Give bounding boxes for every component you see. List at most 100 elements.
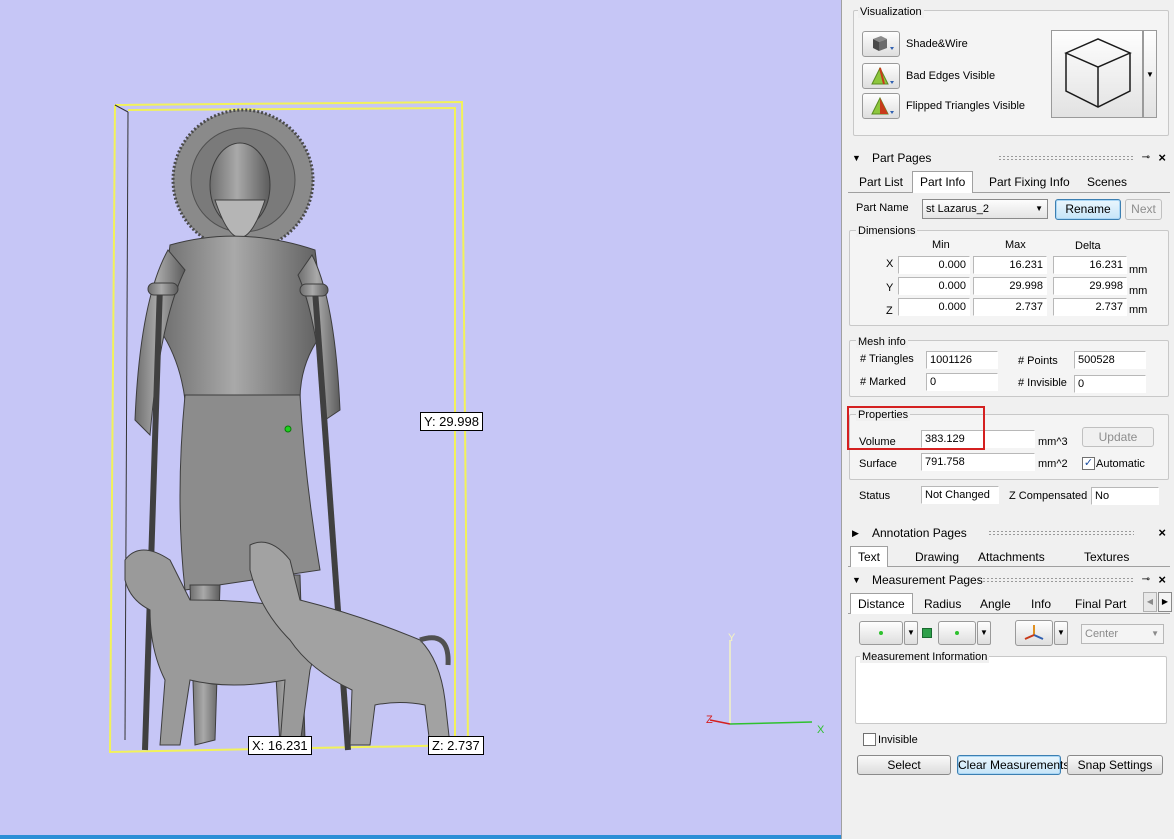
automatic-checkbox[interactable]: ✓ xyxy=(1082,457,1095,470)
tab-part-info[interactable]: Part Info xyxy=(912,171,974,193)
drag-grip[interactable] xyxy=(978,577,1134,583)
rename-button[interactable]: Rename xyxy=(1055,199,1121,220)
marked-label: # Marked xyxy=(860,376,906,388)
triangle-icon xyxy=(871,66,894,85)
bad-edges-button[interactable] xyxy=(862,63,900,89)
annotation-pages-header[interactable]: ▶ Annotation Pages × xyxy=(848,524,1170,542)
tab-scroll-right[interactable]: ▶ xyxy=(1158,592,1172,612)
tab-drawing[interactable]: Drawing xyxy=(908,547,966,567)
tab-final-part[interactable]: Final Part xyxy=(1068,594,1133,614)
part-tabs-line xyxy=(848,192,1170,193)
tab-attachments[interactable]: Attachments xyxy=(971,547,1052,567)
dim-y-max: 29.998 xyxy=(973,277,1047,295)
y-dimension-label: Y: 29.998 xyxy=(420,412,483,431)
collapse-triangle-icon[interactable]: ▼ xyxy=(852,149,861,167)
triangle-icon xyxy=(871,96,894,115)
point-a-dropdown[interactable]: ▼ xyxy=(904,621,918,645)
axis-y-label: Y xyxy=(728,632,736,644)
update-button[interactable]: Update xyxy=(1082,427,1154,447)
properties-highlight-box xyxy=(847,406,985,450)
point-b-dropdown[interactable]: ▼ xyxy=(977,621,991,645)
dimensions-title: Dimensions xyxy=(856,225,918,237)
measurement-info-group xyxy=(855,656,1167,724)
dim-x-unit: mm xyxy=(1129,264,1148,276)
expand-triangle-icon[interactable]: ▶ xyxy=(852,524,859,542)
pin-icon[interactable]: ⊸ xyxy=(1142,571,1150,589)
bad-edges-label: Bad Edges Visible xyxy=(906,70,996,82)
dim-y-min: 0.000 xyxy=(898,277,970,295)
automatic-label: Automatic xyxy=(1096,458,1145,470)
dim-axis-z: Z xyxy=(886,305,893,317)
coordinate-system-dropdown[interactable]: ▼ xyxy=(1054,621,1068,645)
axis-x-label: X xyxy=(817,724,825,736)
flipped-triangles-button[interactable] xyxy=(862,93,900,119)
tab-part-fixing-info[interactable]: Part Fixing Info xyxy=(982,172,1077,192)
shade-wire-button[interactable] xyxy=(862,31,900,57)
point-a-button[interactable] xyxy=(859,621,903,645)
next-button[interactable]: Next xyxy=(1125,199,1162,220)
points-value: 500528 xyxy=(1074,351,1146,369)
surface-value: 791.758 xyxy=(921,453,1035,471)
dim-x-max: 16.231 xyxy=(973,256,1047,274)
part-pages-title: Part Pages xyxy=(872,151,932,165)
coordinate-system-button[interactable] xyxy=(1015,620,1053,646)
tab-part-list[interactable]: Part List xyxy=(852,172,910,192)
part-name-value: st Lazarus_2 xyxy=(926,203,989,215)
annotation-pages-title: Annotation Pages xyxy=(872,526,967,540)
3d-viewport[interactable]: Y: 29.998 X: 16.231 Z: 2.737 Y Z X xyxy=(0,0,841,839)
pin-icon[interactable]: ⊸ xyxy=(1142,149,1150,167)
shade-wire-label: Shade&Wire xyxy=(906,38,968,50)
drag-grip[interactable] xyxy=(988,530,1134,536)
clear-measurements-button[interactable]: Clear Measurements xyxy=(957,755,1069,775)
xyz-axes-icon xyxy=(1024,625,1044,640)
status-value: Not Changed xyxy=(921,486,999,504)
close-icon[interactable]: × xyxy=(1158,571,1166,589)
point-b-button[interactable] xyxy=(938,621,976,645)
dim-x-min: 0.000 xyxy=(898,256,970,274)
point-icon xyxy=(955,631,959,635)
view-cube-button[interactable] xyxy=(1051,30,1143,118)
snap-settings-button[interactable]: Snap Settings xyxy=(1067,755,1163,775)
measurement-pages-header[interactable]: ▼ Measurement Pages ⊸ × xyxy=(848,571,1170,589)
tab-radius[interactable]: Radius xyxy=(917,594,968,614)
dim-header-min: Min xyxy=(932,239,950,251)
flipped-triangles-label: Flipped Triangles Visible xyxy=(906,100,1026,112)
dim-header-delta: Delta xyxy=(1075,240,1101,252)
measurement-pages-title: Measurement Pages xyxy=(872,573,983,587)
tab-distance[interactable]: Distance xyxy=(850,593,913,614)
visualization-title: Visualization xyxy=(858,6,924,18)
axis-z-label: Z xyxy=(706,714,713,726)
viewport-bottom-strip xyxy=(0,835,841,839)
select-button[interactable]: Select xyxy=(857,755,951,775)
tab-info[interactable]: Info xyxy=(1024,594,1058,614)
drag-grip[interactable] xyxy=(998,155,1134,161)
volume-unit: mm^3 xyxy=(1038,436,1068,448)
close-icon[interactable]: × xyxy=(1158,524,1166,542)
tab-textures[interactable]: Textures xyxy=(1077,547,1136,567)
part-pages-header[interactable]: ▼ Part Pages ⊸ × xyxy=(848,149,1170,167)
triangles-value: 1001126 xyxy=(926,351,998,369)
tab-scroll-left[interactable]: ◀ xyxy=(1143,592,1157,612)
dim-x-delta: 16.231 xyxy=(1053,256,1127,274)
dim-z-max: 2.737 xyxy=(973,298,1047,316)
z-dimension-label: Z: 2.737 xyxy=(428,736,484,755)
invisible-checkbox[interactable] xyxy=(863,733,876,746)
tab-scenes[interactable]: Scenes xyxy=(1080,172,1134,192)
point-icon xyxy=(879,631,883,635)
tab-angle[interactable]: Angle xyxy=(973,594,1018,614)
measurement-info-title: Measurement Information xyxy=(860,651,990,663)
part-name-select[interactable]: st Lazarus_2 ▼ xyxy=(922,199,1048,219)
collapse-triangle-icon[interactable]: ▼ xyxy=(852,571,861,589)
close-icon[interactable]: × xyxy=(1158,149,1166,167)
dim-z-unit: mm xyxy=(1129,304,1148,316)
center-select[interactable]: Center ▼ xyxy=(1081,624,1164,644)
dim-z-delta: 2.737 xyxy=(1053,298,1127,316)
link-icon[interactable] xyxy=(922,628,932,638)
z-compensated-label: Z Compensated xyxy=(1009,490,1088,502)
surface-unit: mm^2 xyxy=(1038,458,1068,470)
mesh-info-title: Mesh info xyxy=(856,336,908,348)
tab-text[interactable]: Text xyxy=(850,546,889,567)
axis-gizmo xyxy=(709,640,813,725)
part-name-label: Part Name xyxy=(856,202,909,214)
view-cube-dropdown[interactable]: ▼ xyxy=(1143,30,1157,118)
